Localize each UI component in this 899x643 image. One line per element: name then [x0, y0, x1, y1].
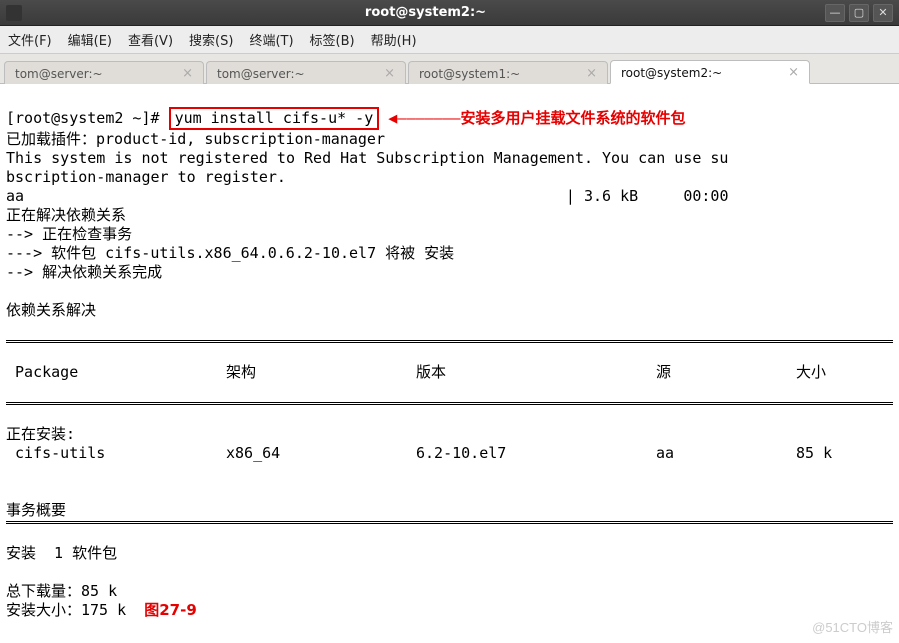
tab-label: root@system2:~ [621, 66, 722, 80]
app-icon [6, 5, 22, 21]
figure-label: 图27-9 [144, 601, 197, 619]
output-time: 00:00 [683, 187, 728, 205]
minimize-button[interactable]: — [825, 4, 845, 22]
divider [6, 521, 893, 524]
table-row: cifs-utilsx86_646.2-10.el7aa85 k [6, 444, 893, 463]
window-title: root@system2:~ [26, 5, 825, 20]
menu-view[interactable]: 查看(V) [128, 30, 173, 49]
output-line: This system is not registered to Red Hat… [6, 149, 728, 167]
close-icon[interactable]: × [180, 66, 195, 81]
col-package: Package [6, 363, 226, 382]
output-line: ---> 软件包 cifs-utils.x86_64.0.6.2-10.el7 … [6, 244, 454, 262]
cell-package: cifs-utils [6, 444, 226, 463]
tab-label: root@system1:~ [419, 67, 520, 81]
col-arch: 架构 [226, 363, 416, 382]
output-line: --> 正在检查事务 [6, 225, 132, 243]
tab-label: tom@server:~ [15, 67, 103, 81]
divider [6, 402, 893, 405]
arrow-left-icon: ◀——————— [379, 109, 460, 127]
table-header: Package架构版本源大小 [6, 363, 893, 382]
output-line: --> 解决依赖关系完成 [6, 263, 162, 281]
divider [6, 340, 893, 343]
summary-title: 事务概要 [6, 501, 66, 519]
summary-line: 安装 1 软件包 [6, 544, 117, 562]
output-line: 依赖关系解决 [6, 301, 96, 319]
tab-2[interactable]: root@system1:~ × [408, 61, 608, 84]
output-repo: aa [6, 187, 24, 205]
close-icon[interactable]: × [382, 66, 397, 81]
menu-bar: 文件(F) 编辑(E) 查看(V) 搜索(S) 终端(T) 标签(B) 帮助(H… [0, 26, 899, 54]
col-repo: 源 [656, 363, 796, 382]
command-highlight: yum install cifs-u* -y [169, 107, 380, 130]
tab-0[interactable]: tom@server:~ × [4, 61, 204, 84]
menu-help[interactable]: 帮助(H) [371, 30, 417, 49]
tab-1[interactable]: tom@server:~ × [206, 61, 406, 84]
terminal-output[interactable]: [root@system2 ~]# yum install cifs-u* -y… [0, 84, 899, 643]
cell-arch: x86_64 [226, 444, 416, 463]
close-icon[interactable]: × [786, 65, 801, 80]
output-line: bscription-manager to register. [6, 168, 286, 186]
cell-size: 85 k [796, 444, 893, 463]
annotation-text: 安装多用户挂载文件系统的软件包 [461, 109, 686, 127]
close-button[interactable]: ✕ [873, 4, 893, 22]
menu-tabs[interactable]: 标签(B) [310, 30, 355, 49]
tab-bar: tom@server:~ × tom@server:~ × root@syste… [0, 54, 899, 84]
menu-edit[interactable]: 编辑(E) [68, 30, 112, 49]
window-titlebar: root@system2:~ — ▢ ✕ [0, 0, 899, 26]
installing-heading: 正在安装: [6, 425, 75, 443]
watermark: @51CTO博客 [812, 618, 893, 637]
maximize-button[interactable]: ▢ [849, 4, 869, 22]
command-text: yum install cifs-u* -y [175, 109, 374, 127]
cell-repo: aa [656, 444, 796, 463]
menu-file[interactable]: 文件(F) [8, 30, 52, 49]
summary-download: 总下载量：85 k [6, 582, 117, 600]
summary-install-size: 安装大小：175 k [6, 601, 126, 619]
tab-label: tom@server:~ [217, 67, 305, 81]
shell-prompt: [root@system2 ~]# [6, 109, 160, 127]
output-size: | 3.6 kB [566, 187, 638, 205]
menu-search[interactable]: 搜索(S) [189, 30, 233, 49]
col-size: 大小 [796, 363, 893, 382]
output-line: 正在解决依赖关系 [6, 206, 126, 224]
col-version: 版本 [416, 363, 656, 382]
menu-terminal[interactable]: 终端(T) [249, 30, 293, 49]
tab-3-active[interactable]: root@system2:~ × [610, 60, 810, 84]
cell-version: 6.2-10.el7 [416, 444, 656, 463]
output-line: 已加载插件：product-id, subscription-manager [6, 130, 385, 148]
close-icon[interactable]: × [584, 66, 599, 81]
